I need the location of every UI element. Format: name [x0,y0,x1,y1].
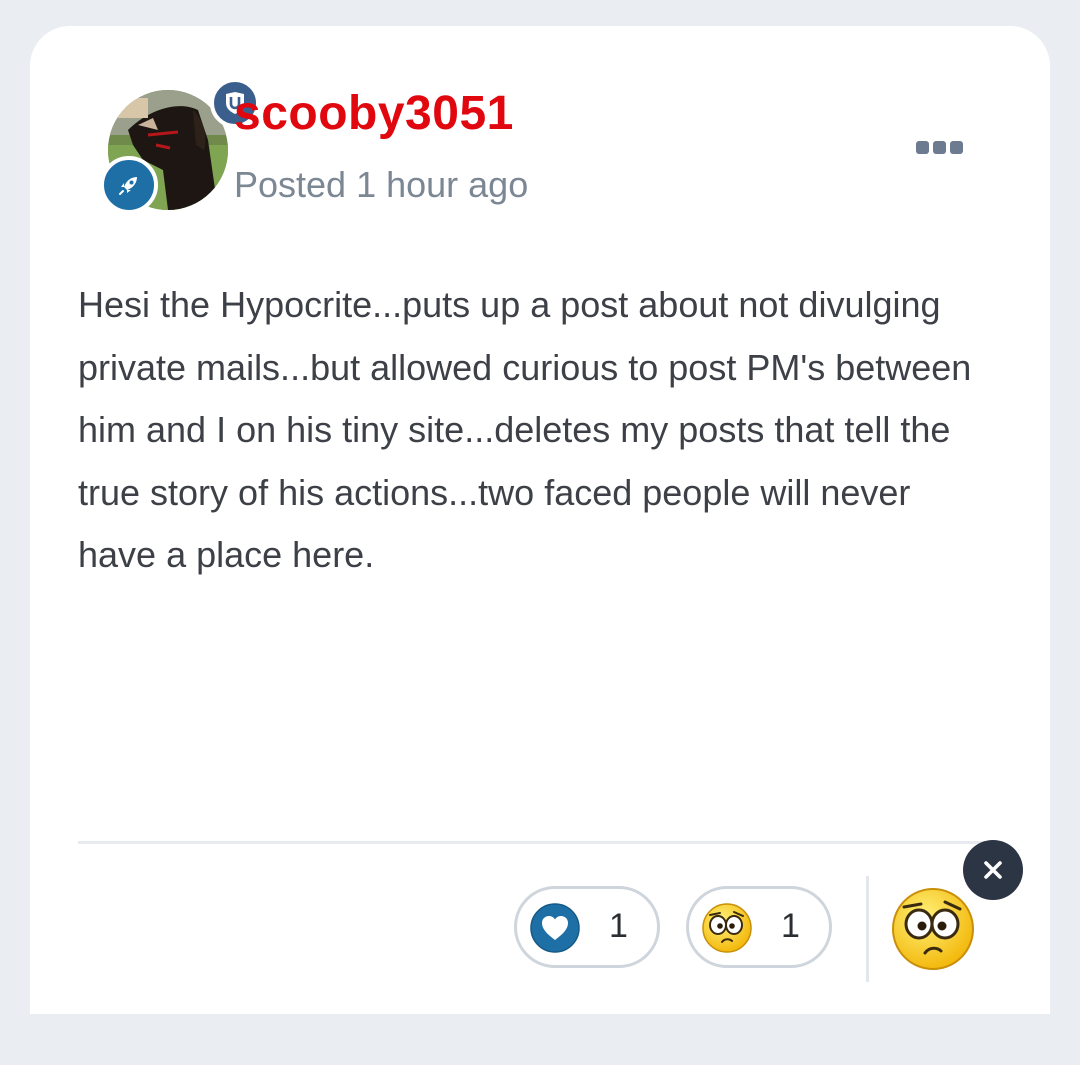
reaction-confused-button[interactable]: 1 [686,886,832,968]
author-avatar-group[interactable] [78,78,260,240]
post-content: Hesi the Hypocrite...puts up a post abou… [78,284,972,575]
author-name-link[interactable]: scooby3051 [234,86,514,141]
close-icon[interactable] [963,840,1023,900]
reaction-like-button[interactable]: 1 [514,886,660,968]
confused-face-icon [702,903,752,953]
like-count: 1 [609,907,628,945]
confused-face-icon[interactable] [890,886,976,972]
post-card: scooby3051 Posted 1 hour ago Hesi the Hy… [30,26,1050,1014]
divider [78,841,988,844]
heart-icon [530,903,580,953]
ellipsis-icon[interactable] [916,138,968,158]
post-timestamp[interactable]: Posted 1 hour ago [234,164,528,206]
confused-count: 1 [781,907,800,945]
reaction-separator [866,876,869,982]
rocket-icon [100,156,158,214]
